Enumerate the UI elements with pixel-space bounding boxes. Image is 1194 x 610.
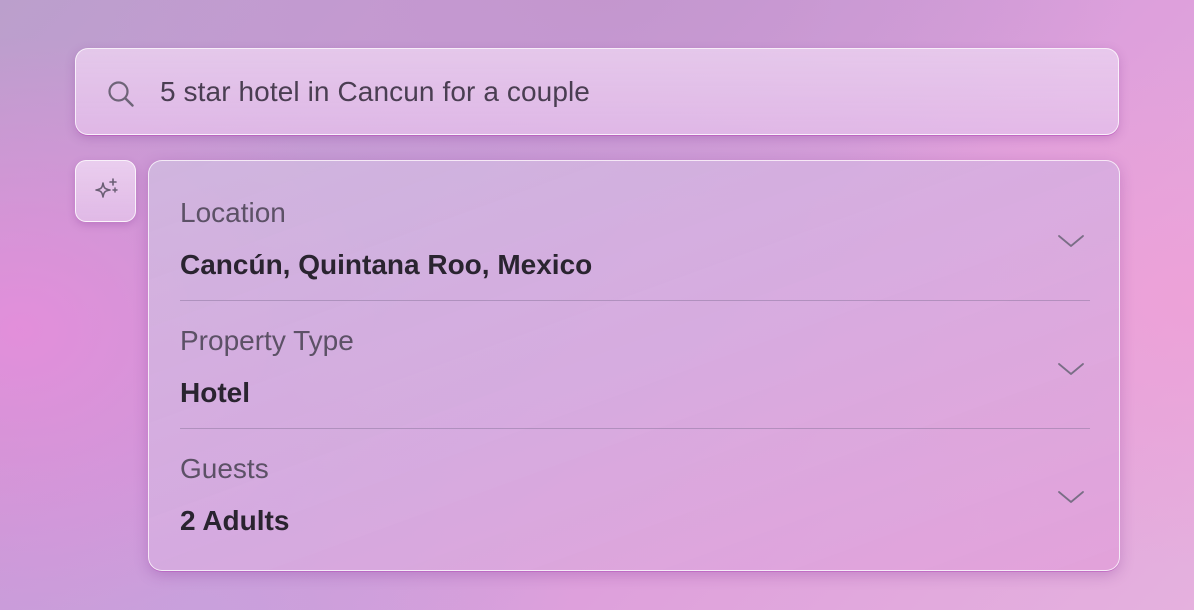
filter-value: Hotel (180, 377, 250, 408)
chevron-down-icon[interactable] (1057, 489, 1085, 505)
filter-row-property-type[interactable]: Property Type Hotel (180, 301, 1090, 429)
filter-value: Cancún, Quintana Roo, Mexico (180, 249, 593, 280)
filter-label: Guests (180, 453, 269, 484)
filter-label: Location (180, 197, 286, 228)
filter-panel: Location Cancún, Quintana Roo, Mexico Pr… (148, 160, 1120, 571)
chevron-down-icon[interactable] (1057, 233, 1085, 249)
filter-label: Property Type (180, 325, 354, 356)
filter-value: 2 Adults (180, 505, 290, 536)
ai-assist-button[interactable] (75, 160, 136, 222)
search-bar[interactable]: 5 star hotel in Cancun for a couple (75, 48, 1119, 135)
filter-row-guests[interactable]: Guests 2 Adults (180, 429, 1090, 557)
chevron-down-icon[interactable] (1057, 361, 1085, 377)
search-input[interactable]: 5 star hotel in Cancun for a couple (160, 76, 590, 108)
filter-row-location[interactable]: Location Cancún, Quintana Roo, Mexico (180, 173, 1090, 301)
search-icon (106, 79, 136, 109)
sparkles-icon (95, 178, 118, 198)
